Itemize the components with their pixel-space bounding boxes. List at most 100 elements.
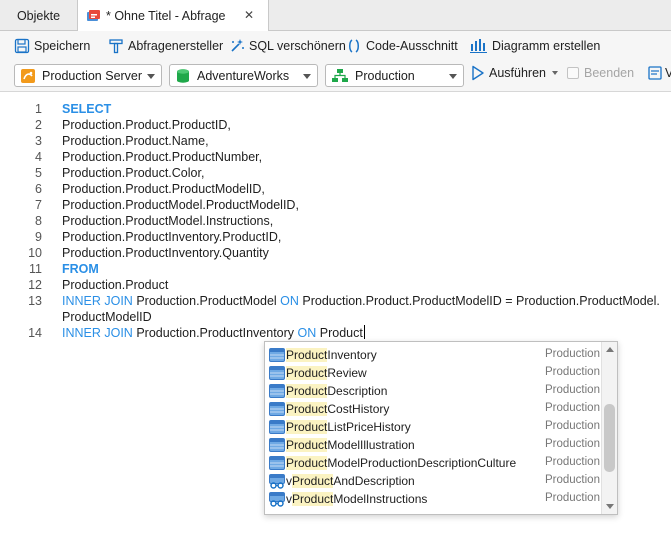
code-text: INNER JOIN Production.ProductModel ON Pr… [62,293,660,309]
run-label: Ausführen [489,66,546,80]
code-text: Production.Product.ProductNumber, [62,149,262,165]
autocomplete-item[interactable]: ProductInventory Production [265,346,603,364]
tab-objects[interactable]: Objekte [0,0,78,31]
create-chart-button[interactable]: Diagramm erstellen [470,38,600,54]
scrollbar-thumb[interactable] [604,404,615,472]
code-text: Production.ProductModel.Instructions, [62,213,273,229]
stop-icon [567,67,579,79]
autocomplete-item-schema: Production [545,456,600,468]
name-rest: Description [327,384,388,398]
line-number: 12 [28,278,42,292]
code-fragment: Production.ProductInventory.ProductID, [62,230,282,244]
code-text: Production.Product.ProductID, [62,117,231,133]
query-builder-icon [109,39,123,54]
code-fragment: Production.Product.ProductModelID = Prod… [298,294,660,308]
keyword: SELECT [62,102,112,116]
scroll-up-icon[interactable] [606,347,614,352]
code-fragment: Production.Product [62,278,169,292]
scroll-down-icon[interactable] [606,504,614,509]
query-icon [86,9,102,23]
autocomplete-item-name: ProductReview [286,366,367,380]
close-icon[interactable]: ✕ [244,8,254,22]
name-rest: CostHistory [327,402,390,416]
query-toolbar: Speichern Abfragenersteller SQL verschön… [0,31,671,61]
line-number: 2 [35,118,42,132]
query-builder-button[interactable]: Abfragenersteller [108,38,223,54]
explain-label: Ve [665,66,671,80]
code-text: Production.ProductInventory.ProductID, [62,229,281,245]
match-highlight: Product [286,420,328,434]
connection-toolbar: Production Server AdventureWorks Product… [0,61,671,92]
server-select[interactable]: Production Server [14,64,162,87]
code-fragment: Production.ProductModel [132,294,281,308]
run-button[interactable]: Ausführen [471,65,558,81]
name-rest: Review [327,366,367,380]
keyword: INNER JOIN [62,326,133,340]
code-fragment: Production.ProductInventory [132,326,298,340]
code-text: INNER JOIN Production.ProductInventory O… [62,325,365,341]
autocomplete-item-schema: Production [545,438,600,450]
line-number: 11 [29,262,42,276]
autocomplete-item[interactable]: ProductReview Production [265,364,603,382]
autocomplete-item[interactable]: ProductListPriceHistory Production [265,418,603,436]
code-fragment: Production.Product.ProductID, [62,118,231,132]
code-text: Production.Product.Color, [62,165,204,181]
line-number: 6 [35,182,42,196]
match-highlight: Product [292,474,334,488]
autocomplete-item-name: vProductAndDescription [286,474,415,488]
text-cursor [363,325,365,339]
line-number: 8 [35,214,42,228]
query-builder-label: Abfragenersteller [128,39,224,53]
play-icon [472,65,484,81]
save-button[interactable]: Speichern [14,38,90,54]
code-fragment: Production.Product.Name, [62,134,209,148]
code-snippet-button[interactable]: Code-Ausschnitt [346,38,458,54]
autocomplete-scrollbar[interactable] [601,342,617,514]
line-number: 1 [35,102,42,116]
autocomplete-item[interactable]: vProductAndDescription Production [265,472,603,490]
explain-icon [648,66,662,80]
autocomplete-item-schema: Production [545,384,600,396]
chart-label: Diagramm erstellen [492,39,601,53]
name-rest: AndDescription [333,474,415,488]
autocomplete-item-name: ProductCostHistory [286,402,389,416]
schema-label: Production [355,68,415,83]
save-icon [14,38,30,54]
match-highlight: Product [292,492,334,506]
code-fragment: Production.Product.ProductModelID, [62,182,265,196]
autocomplete-item-schema: Production [545,366,600,378]
code-text: Production.ProductModel.ProductModelID, [62,197,299,213]
run-options-chevron-icon[interactable] [551,71,558,75]
code-fragment: Production.ProductModel.ProductModelID, [62,198,299,212]
autocomplete-item[interactable]: ProductModelIllustration Production [265,436,603,454]
line-number: 7 [35,198,42,212]
snippet-label: Code-Ausschnitt [366,39,458,53]
beautify-sql-button[interactable]: SQL verschönern [229,38,346,54]
keyword: ON [297,326,317,340]
autocomplete-item-name: ProductModelIllustration [286,438,415,452]
match-highlight: Product [286,438,328,452]
line-number: 14 [28,326,42,340]
line-number: 4 [35,150,42,164]
autocomplete-item[interactable]: ProductCostHistory Production [265,400,603,418]
explain-button[interactable]: Ve [648,65,671,81]
autocomplete-item-schema: Production [545,474,600,486]
database-label: AdventureWorks [197,68,290,83]
line-number: 10 [28,246,42,260]
autocomplete-item[interactable]: ProductDescription Production [265,382,603,400]
database-icon [177,68,189,83]
autocomplete-item-name: ProductModelProductionDescriptionCulture [286,456,516,470]
autocomplete-item-name: ProductInventory [286,348,377,362]
tab-objects-label: Objekte [16,8,61,23]
autocomplete-item[interactable]: ProductModelProductionDescriptionCulture… [265,454,603,472]
stop-button[interactable]: Beenden [567,66,634,80]
database-select[interactable]: AdventureWorks [169,64,318,87]
code-text: Production.Product [62,277,168,293]
name-rest: ModelIllustration [327,438,415,452]
stop-label: Beenden [584,66,635,80]
code-fragment: Production.Product.Color, [62,166,205,180]
schema-select[interactable]: Production [325,64,464,87]
tab-query[interactable]: * Ohne Titel - Abfrage ✕ [78,0,269,32]
autocomplete-item-schema: Production [545,348,600,360]
autocomplete-item[interactable]: vProductModelInstructions Production [265,490,603,508]
